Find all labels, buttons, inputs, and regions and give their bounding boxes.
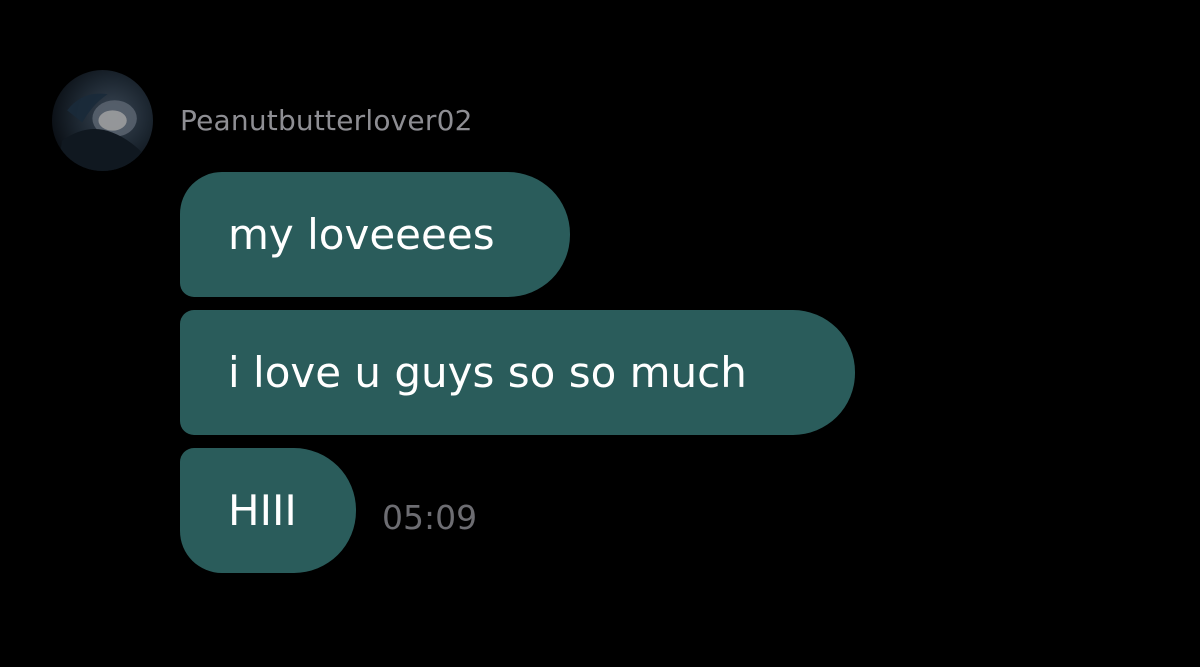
avatar[interactable] bbox=[52, 70, 153, 171]
message-text: i love u guys so so much bbox=[228, 347, 747, 397]
message-timestamp: 05:09 bbox=[382, 498, 478, 537]
message-bubble[interactable]: i love u guys so so much bbox=[180, 310, 855, 435]
sender-name: Peanutbutterlover02 bbox=[180, 104, 473, 137]
message-bubble[interactable]: HIII bbox=[180, 448, 356, 573]
profile-photo-icon bbox=[57, 93, 148, 171]
message-text: my loveeees bbox=[228, 209, 495, 259]
message-text: HIII bbox=[228, 485, 297, 535]
message-bubble[interactable]: my loveeees bbox=[180, 172, 570, 297]
